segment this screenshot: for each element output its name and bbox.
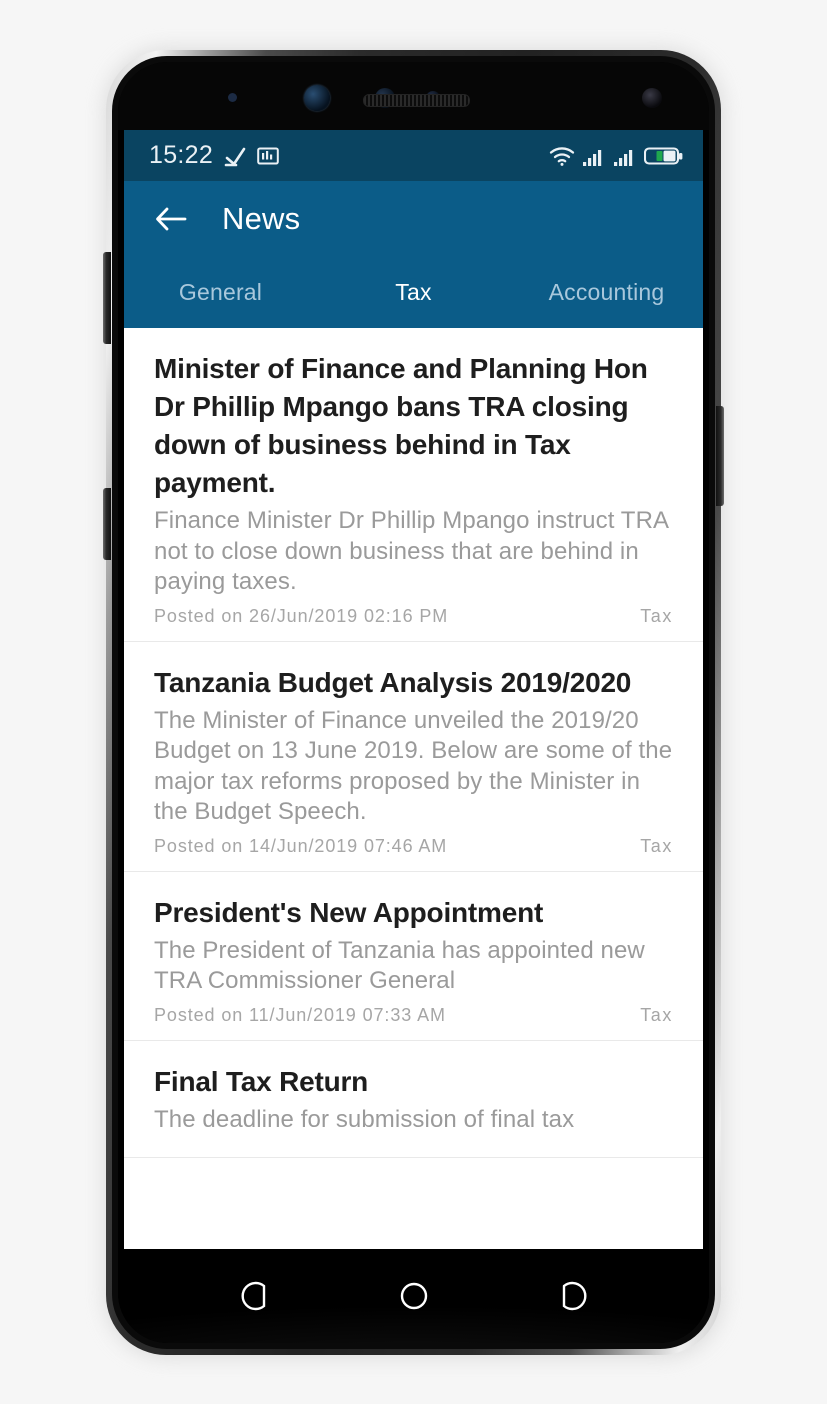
home-nav-icon[interactable]: [392, 1274, 436, 1318]
status-time: 15:22: [149, 141, 214, 169]
front-camera-icon: [304, 85, 330, 111]
volume-up-button[interactable]: [103, 252, 111, 344]
news-list[interactable]: Minister of Finance and Planning Hon Dr …: [124, 328, 703, 1249]
article-posted-date: Posted on 26/Jun/2019 02:16 PM: [154, 605, 449, 626]
phone-top-bezel: [118, 62, 709, 130]
wifi-icon: [549, 145, 575, 167]
app-screen: 15:22 News General Tax Accounting Minist…: [124, 130, 703, 1249]
app-badge-icon: [257, 145, 279, 167]
status-bar-left: 15:22: [149, 141, 279, 170]
article-category: Tax: [640, 835, 673, 856]
power-button[interactable]: [716, 406, 724, 506]
article-meta: Posted on 11/Jun/2019 07:33 AM Tax: [154, 1005, 673, 1026]
notification-led-icon: [642, 88, 662, 108]
battery-icon: [644, 145, 684, 167]
tab-accounting[interactable]: Accounting: [510, 279, 703, 306]
article-summary: The deadline for submission of final tax: [154, 1105, 575, 1133]
android-nav-bar: [118, 1249, 709, 1343]
phone-display: 15:22 News General Tax Accounting Minist…: [118, 62, 709, 1343]
article-posted-date: Posted on 11/Jun/2019 07:33 AM: [154, 1004, 446, 1025]
news-list-item[interactable]: Minister of Finance and Planning Hon Dr …: [124, 328, 703, 642]
back-nav-icon[interactable]: [235, 1274, 279, 1318]
news-list-item[interactable]: Tanzania Budget Analysis 2019/2020 The M…: [124, 642, 703, 872]
screenshot-stage: 15:22 News General Tax Accounting Minist…: [0, 0, 827, 1404]
article-title: Final Tax Return: [154, 1065, 369, 1097]
article-title: Tanzania Budget Analysis 2019/2020: [154, 666, 632, 698]
tab-bar: General Tax Accounting: [124, 257, 703, 328]
status-bar-right: [549, 145, 684, 167]
article-summary: The Minister of Finance unveiled the 201…: [154, 706, 673, 826]
news-list-item[interactable]: President's New Appointment The Presiden…: [124, 872, 703, 1041]
news-list-item[interactable]: Final Tax Return The deadline for submis…: [124, 1041, 703, 1159]
tab-general[interactable]: General: [124, 279, 317, 306]
article-title: Minister of Finance and Planning Hon Dr …: [154, 353, 648, 499]
earpiece-speaker: [363, 94, 470, 107]
article-summary: Finance Minister Dr Phillip Mpango instr…: [154, 507, 668, 596]
app-bar: News: [124, 181, 703, 257]
article-title: President's New Appointment: [154, 896, 544, 928]
signal-sim1-icon: [582, 145, 606, 167]
article-category: Tax: [640, 1004, 673, 1025]
article-summary: The President of Tanzania has appointed …: [154, 936, 645, 995]
page-title: News: [222, 201, 301, 236]
article-meta: Posted on 14/Jun/2019 07:46 AM Tax: [154, 836, 673, 857]
status-bar: 15:22: [124, 130, 703, 181]
article-posted-date: Posted on 14/Jun/2019 07:46 AM: [154, 835, 448, 856]
article-category: Tax: [640, 605, 673, 626]
volume-down-button[interactable]: [103, 488, 111, 560]
article-meta: Posted on 26/Jun/2019 02:16 PM Tax: [154, 606, 673, 627]
download-complete-icon: [223, 144, 247, 168]
signal-sim2-icon: [613, 145, 637, 167]
proximity-sensor-icon: [228, 93, 237, 102]
recents-nav-icon[interactable]: [549, 1274, 593, 1318]
back-arrow-icon[interactable]: [154, 204, 188, 234]
tab-tax[interactable]: Tax: [317, 279, 510, 306]
